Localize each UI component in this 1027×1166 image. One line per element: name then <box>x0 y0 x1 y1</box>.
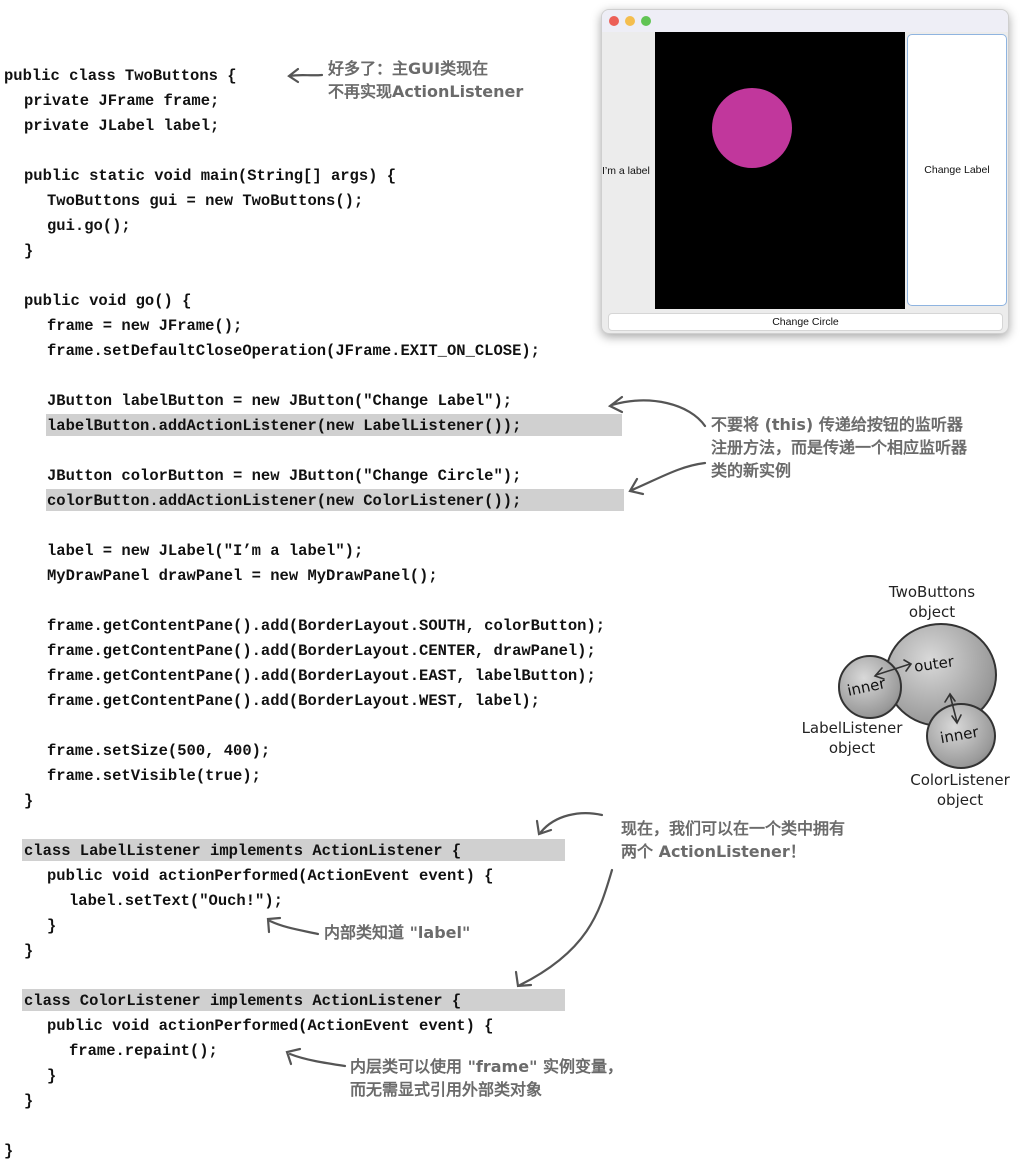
color-listener-caption: ColorListener object <box>910 771 1010 809</box>
label-listener-caption: LabelListener object <box>801 719 903 757</box>
diagram-link-arrows <box>873 659 962 725</box>
